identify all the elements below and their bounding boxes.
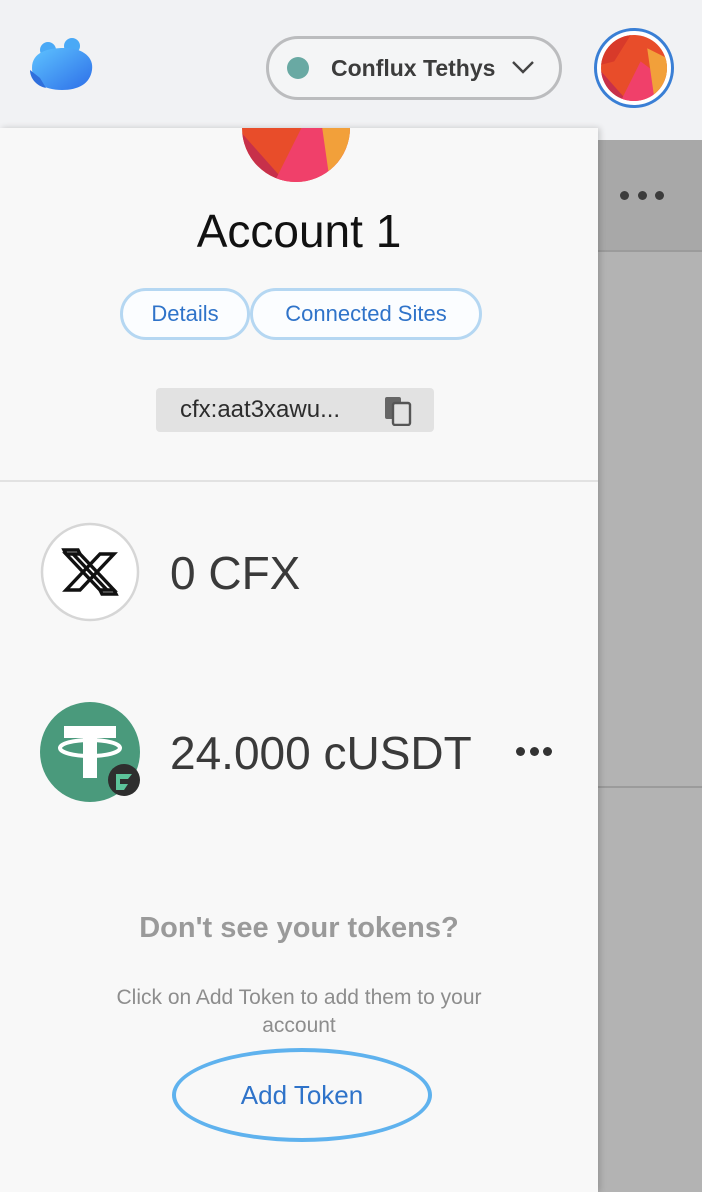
fluent-bear-logo-icon[interactable] [26, 38, 98, 96]
token-row-cusdt[interactable]: 24.000 cUSDT [0, 702, 598, 812]
add-token-button[interactable]: Add Token [172, 1048, 432, 1142]
tether-token-icon [40, 702, 140, 802]
token-row-cfx[interactable]: 0 CFX [0, 522, 598, 632]
network-status-dot [287, 57, 309, 79]
background-divider [598, 786, 702, 788]
details-button[interactable]: Details [120, 288, 250, 340]
account-name: Account 1 [196, 205, 402, 257]
empty-tokens-message: Click on Add Token to add them to your a… [116, 986, 482, 1037]
account-drawer: Account 1 Details Connected Sites cfx:aa… [0, 128, 598, 1192]
token-balance: 24.000 cUSDT [170, 727, 472, 779]
chevron-down-icon [512, 61, 534, 74]
copy-icon [385, 397, 412, 426]
address-copy-button[interactable]: cfx:aat3xawu... [156, 388, 434, 432]
token-balance: 0 CFX [170, 547, 301, 599]
account-identicon-icon [601, 35, 667, 101]
account-address: cfx:aat3xawu... [180, 396, 341, 423]
top-bar: Conflux Tethys [0, 0, 702, 140]
section-divider [0, 480, 598, 482]
account-avatar [242, 128, 350, 182]
background-divider [598, 250, 702, 252]
conflux-token-icon [40, 522, 140, 622]
network-name: Conflux Tethys [331, 54, 496, 81]
connected-sites-button[interactable]: Connected Sites [250, 288, 482, 340]
account-menu-avatar[interactable] [594, 28, 674, 108]
account-identicon-icon [242, 128, 350, 182]
network-selector[interactable]: Conflux Tethys [266, 36, 562, 100]
more-horizontal-icon[interactable] [516, 744, 552, 758]
more-options-icon[interactable] [620, 182, 664, 208]
empty-tokens-title: Don't see your tokens? [139, 912, 459, 944]
